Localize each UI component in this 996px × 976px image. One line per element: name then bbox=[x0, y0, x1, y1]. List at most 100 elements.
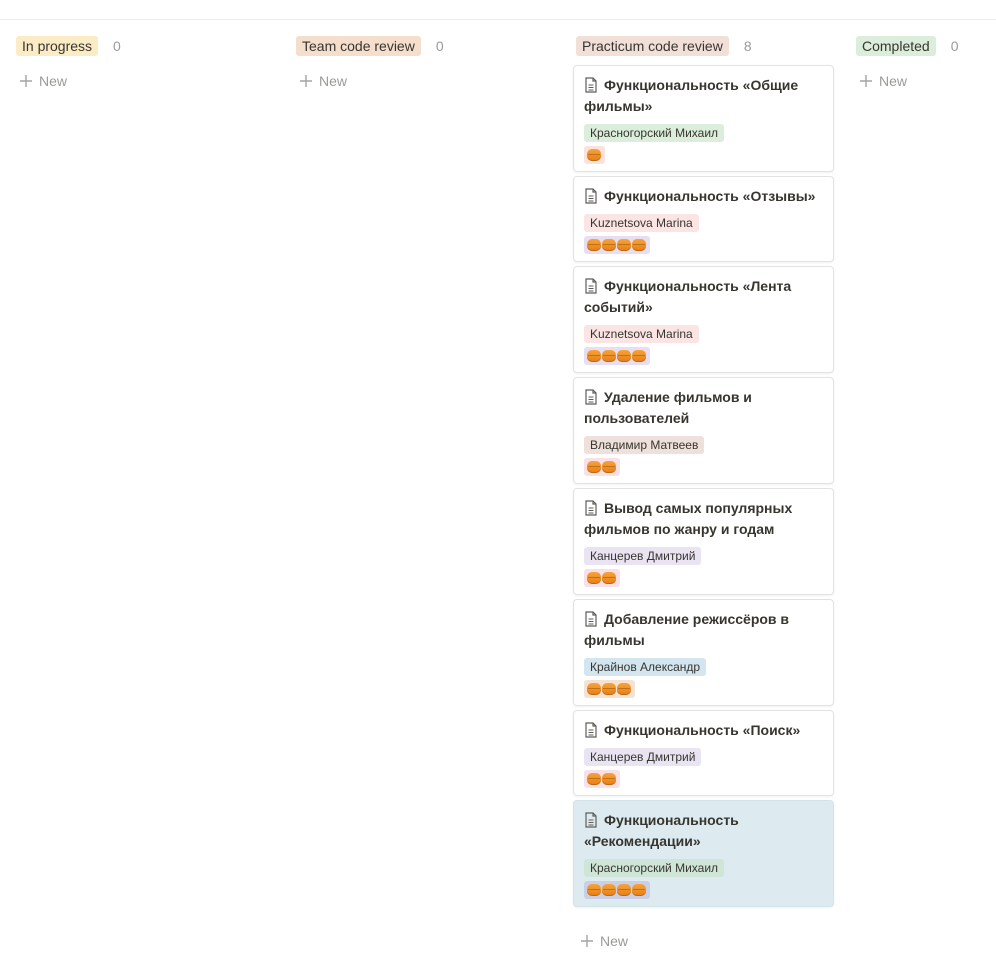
orange-chip-icon bbox=[602, 239, 616, 251]
orange-chip-icon bbox=[632, 350, 646, 362]
card-title-row: Удаление фильмов и пользователей bbox=[584, 387, 823, 429]
card-title-row: Функциональность «Поиск» bbox=[584, 720, 823, 741]
column-completed: Completed 0 New bbox=[856, 36, 996, 91]
new-card-button[interactable]: New bbox=[580, 933, 628, 949]
page-icon bbox=[585, 389, 597, 405]
effort-tag bbox=[584, 569, 620, 587]
orange-chip-icon bbox=[632, 884, 646, 896]
orange-chip-icon bbox=[617, 683, 631, 695]
status-pill[interactable]: In progress bbox=[16, 36, 99, 56]
orange-chip-icon bbox=[617, 239, 631, 251]
assignee-tag: Kuznetsova Marina bbox=[584, 214, 699, 232]
card[interactable]: Удаление фильмов и пользователей Владими… bbox=[573, 377, 834, 484]
new-card-label: New bbox=[600, 933, 629, 949]
effort-tag bbox=[584, 680, 635, 698]
card[interactable]: Функциональность «Лента событий» Kuznets… bbox=[573, 266, 834, 373]
column-team-code-review: Team code review 0 New bbox=[296, 36, 560, 91]
column-header: Completed 0 bbox=[856, 36, 996, 56]
card[interactable]: Добавление режиссёров в фильмы Крайнов А… bbox=[573, 599, 834, 706]
orange-chip-icon bbox=[587, 239, 601, 251]
status-pill[interactable]: Practicum code review bbox=[576, 36, 729, 56]
column-count: 0 bbox=[113, 38, 121, 54]
assignee-tag: Канцерев Дмитрий bbox=[584, 547, 702, 565]
page-icon bbox=[585, 77, 597, 93]
card[interactable]: Функциональность «Поиск» Канцерев Дмитри… bbox=[573, 710, 834, 796]
column-count: 8 bbox=[743, 38, 752, 54]
new-card-button[interactable]: New bbox=[16, 71, 280, 91]
column-count: 0 bbox=[435, 38, 444, 54]
new-card-label: New bbox=[879, 73, 908, 89]
effort-tag bbox=[584, 146, 605, 164]
orange-chip-icon bbox=[587, 572, 601, 584]
page-icon bbox=[585, 611, 597, 627]
effort-tag bbox=[584, 458, 620, 476]
orange-chip-icon bbox=[617, 884, 631, 896]
assignee-tag: Канцерев Дмитрий bbox=[584, 748, 702, 766]
page-icon bbox=[585, 500, 597, 516]
orange-chip-icon bbox=[602, 461, 616, 473]
orange-chip-icon bbox=[602, 773, 616, 785]
card-title: Функциональность «Рекомендации» bbox=[584, 812, 739, 849]
column-header: In progress 0 bbox=[16, 36, 280, 56]
orange-chip-icon bbox=[587, 884, 601, 896]
orange-chip-icon bbox=[587, 350, 601, 362]
card-title: Функциональность «Общие фильмы» bbox=[584, 77, 799, 114]
plus-icon bbox=[20, 75, 32, 87]
card-title-row: Функциональность «Общие фильмы» bbox=[584, 75, 823, 117]
assignee-tag: Красногорский Михаил bbox=[584, 124, 725, 142]
card-list: Функциональность «Общие фильмы» Красного… bbox=[573, 65, 834, 911]
card[interactable]: Функциональность «Рекомендации» Красного… bbox=[573, 800, 834, 907]
assignee-tag: Kuznetsova Marina bbox=[584, 325, 699, 343]
orange-chip-icon bbox=[602, 572, 616, 584]
effort-tag bbox=[584, 347, 650, 365]
card-title: Функциональность «Отзывы» bbox=[604, 188, 816, 204]
orange-chip-icon bbox=[632, 239, 646, 251]
page-icon bbox=[585, 812, 597, 828]
card[interactable]: Функциональность «Общие фильмы» Красного… bbox=[573, 65, 834, 172]
card-title: Удаление фильмов и пользователей bbox=[584, 389, 752, 426]
card[interactable]: Вывод самых популярных фильмов по жанру … bbox=[573, 488, 834, 595]
column-practicum-code-review: Practicum code review 8 bbox=[576, 36, 840, 56]
assignee-tag: Владимир Матвеев bbox=[584, 436, 705, 454]
plus-icon bbox=[581, 935, 593, 947]
plus-icon bbox=[860, 75, 872, 87]
column-in-progress: In progress 0 New bbox=[16, 36, 280, 91]
new-card-label: New bbox=[39, 73, 68, 89]
assignee-tag: Красногорский Михаил bbox=[584, 859, 725, 877]
page-icon bbox=[585, 278, 597, 294]
page-icon bbox=[585, 188, 597, 204]
effort-tag bbox=[584, 881, 650, 899]
page-icon bbox=[585, 722, 597, 738]
card-title: Вывод самых популярных фильмов по жанру … bbox=[584, 500, 793, 537]
column-header: Practicum code review 8 bbox=[576, 36, 840, 56]
card-title-row: Функциональность «Отзывы» bbox=[584, 186, 823, 207]
effort-tag bbox=[584, 770, 620, 788]
card-title: Добавление режиссёров в фильмы bbox=[584, 611, 790, 648]
card-title-row: Добавление режиссёров в фильмы bbox=[584, 609, 823, 651]
card-title: Функциональность «Лента событий» bbox=[584, 278, 792, 315]
card[interactable]: Функциональность «Отзывы» Kuznetsova Mar… bbox=[573, 176, 834, 262]
status-pill[interactable]: Team code review bbox=[296, 36, 421, 56]
new-card-button[interactable]: New bbox=[296, 71, 560, 91]
card-title-row: Функциональность «Рекомендации» bbox=[584, 810, 823, 852]
card-title-row: Функциональность «Лента событий» bbox=[584, 276, 823, 318]
column-count: 0 bbox=[950, 38, 959, 54]
top-divider bbox=[0, 19, 996, 20]
status-pill[interactable]: Completed bbox=[856, 36, 936, 56]
assignee-tag: Крайнов Александр bbox=[584, 658, 707, 676]
column-header: Team code review 0 bbox=[296, 36, 560, 56]
effort-tag bbox=[584, 236, 650, 254]
orange-chip-icon bbox=[587, 149, 601, 161]
card-title-row: Вывод самых популярных фильмов по жанру … bbox=[584, 498, 823, 540]
orange-chip-icon bbox=[602, 884, 616, 896]
new-card-button[interactable]: New bbox=[856, 71, 996, 91]
new-card-label: New bbox=[319, 73, 348, 89]
orange-chip-icon bbox=[602, 683, 616, 695]
orange-chip-icon bbox=[587, 461, 601, 473]
orange-chip-icon bbox=[617, 350, 631, 362]
orange-chip-icon bbox=[587, 683, 601, 695]
card-title: Функциональность «Поиск» bbox=[604, 722, 801, 738]
orange-chip-icon bbox=[587, 773, 601, 785]
orange-chip-icon bbox=[602, 350, 616, 362]
plus-icon bbox=[300, 75, 312, 87]
